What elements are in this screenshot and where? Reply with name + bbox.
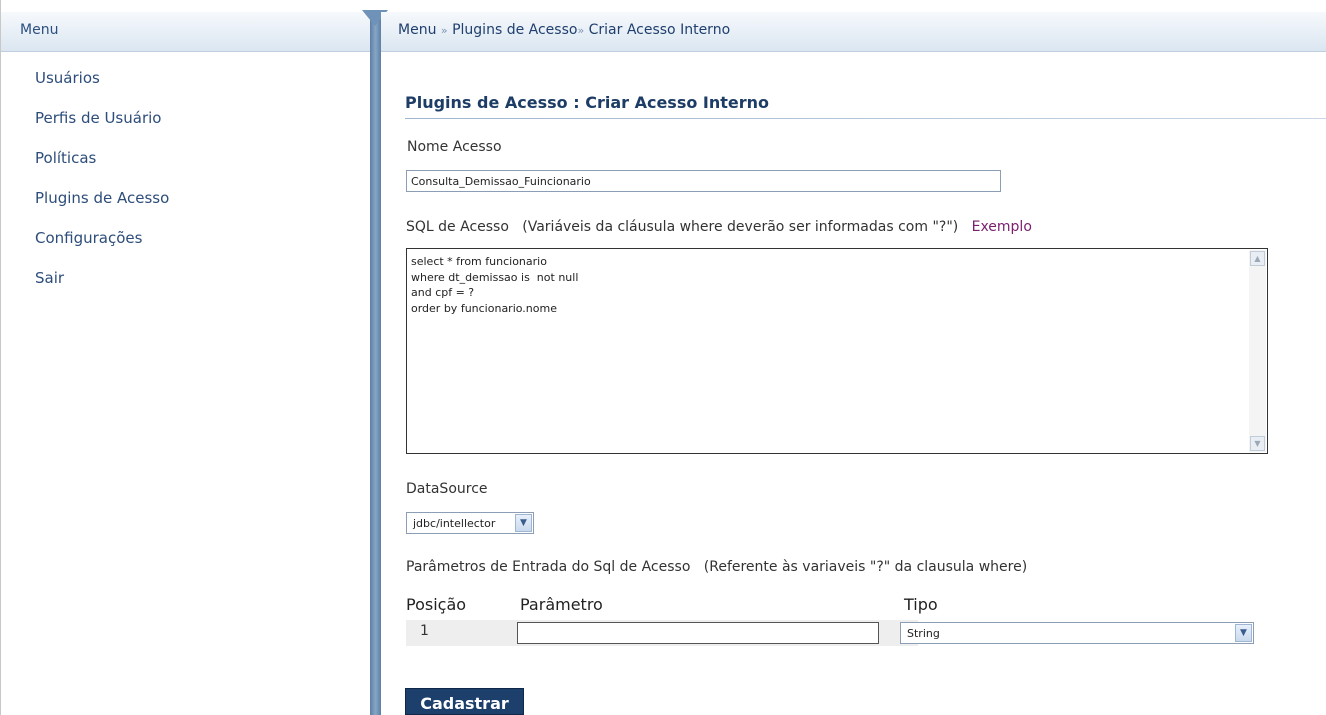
scroll-up-arrow-icon[interactable]: ▲ <box>1250 251 1265 266</box>
sidebar-item-usuarios[interactable]: Usuários <box>35 67 169 107</box>
sidebar-item-plugins-de-acesso[interactable]: Plugins de Acesso <box>35 187 169 227</box>
sidebar-item-perfis-de-usuario[interactable]: Perfis de Usuário <box>35 107 169 147</box>
chevron-down-icon[interactable]: ▼ <box>515 514 532 532</box>
params-header-posicao: Posição <box>406 595 467 614</box>
params-posicao-cell: 1 <box>420 623 429 639</box>
sql-acesso-text[interactable]: select * from funcionario where dt_demis… <box>411 254 578 316</box>
nome-acesso-input[interactable] <box>406 170 1001 192</box>
exemplo-link[interactable]: Exemplo <box>972 219 1032 235</box>
sidebar-splitter[interactable] <box>370 12 381 715</box>
breadcrumb-menu-link[interactable]: Menu <box>398 22 436 38</box>
params-hint: (Referente às variaveis "?" da clausula … <box>703 559 1028 575</box>
sidebar-item-sair[interactable]: Sair <box>35 267 169 307</box>
sidebar: Menu Usuários Perfis de Usuário Política… <box>0 0 373 715</box>
sql-acesso-label-row: SQL de Acesso (Variáveis da cláusula whe… <box>406 219 1032 235</box>
title-divider <box>405 118 1326 119</box>
breadcrumb-separator: » <box>577 24 585 37</box>
sql-acesso-hint: (Variáveis da cláusula where deverão ser… <box>522 219 959 235</box>
cadastrar-button[interactable]: Cadastrar <box>405 688 524 715</box>
content-header: Menu » Plugins de Acesso» Criar Acesso I… <box>381 12 1326 52</box>
scroll-down-arrow-icon[interactable]: ▼ <box>1250 436 1265 451</box>
datasource-value: jdbc/intellector <box>413 517 496 530</box>
sidebar-item-configuracoes[interactable]: Configurações <box>35 227 169 267</box>
breadcrumb-plugins-link[interactable]: Plugins de Acesso <box>452 22 577 38</box>
sidebar-item-politicas[interactable]: Políticas <box>35 147 169 187</box>
params-tipo-value: String <box>907 627 940 640</box>
sidebar-header: Menu <box>1 12 373 52</box>
breadcrumb: Menu » Plugins de Acesso» Criar Acesso I… <box>398 22 730 38</box>
sql-acesso-label: SQL de Acesso <box>406 219 509 235</box>
params-parametro-input[interactable] <box>517 622 879 644</box>
nome-acesso-label: Nome Acesso <box>407 139 502 155</box>
datasource-label: DataSource <box>406 481 488 497</box>
breadcrumb-separator: » <box>440 24 448 37</box>
sidebar-title: Menu <box>20 22 59 38</box>
params-tipo-select[interactable]: String ▼ <box>900 622 1254 644</box>
params-label: Parâmetros de Entrada do Sql de Acesso <box>406 559 691 575</box>
sql-acesso-textarea[interactable]: select * from funcionario where dt_demis… <box>406 248 1268 454</box>
sidebar-menu: Usuários Perfis de Usuário Políticas Plu… <box>35 67 169 307</box>
params-label-row: Parâmetros de Entrada do Sql de Acesso (… <box>406 559 1027 575</box>
params-header-parametro: Parâmetro <box>520 595 603 614</box>
sql-scrollbar[interactable]: ▲ ▼ <box>1249 250 1266 452</box>
page-title: Plugins de Acesso : Criar Acesso Interno <box>405 93 770 112</box>
datasource-select[interactable]: jdbc/intellector ▼ <box>406 512 534 534</box>
breadcrumb-current: Criar Acesso Interno <box>588 22 731 38</box>
chevron-down-icon[interactable]: ▼ <box>1235 624 1252 642</box>
params-header-tipo: Tipo <box>904 595 938 614</box>
